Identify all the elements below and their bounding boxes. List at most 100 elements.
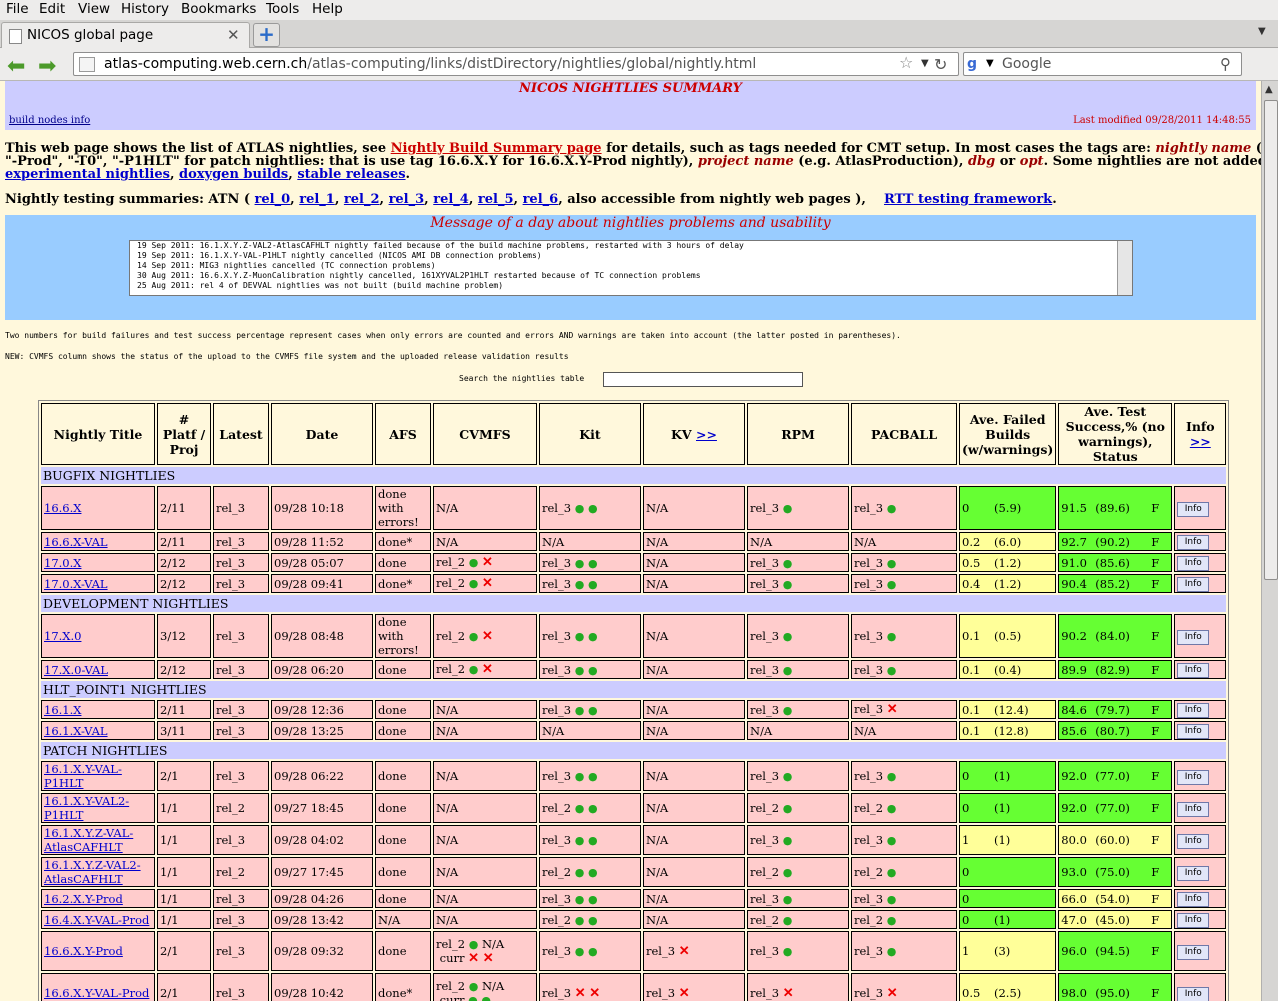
menu-file[interactable]: File <box>6 1 29 17</box>
history-dropdown-icon[interactable]: ▼ <box>921 58 929 69</box>
forward-icon[interactable]: ➡ <box>38 54 56 79</box>
info-button[interactable]: Info <box>1177 556 1210 571</box>
back-icon[interactable]: ⬅ <box>7 54 25 79</box>
info-button[interactable]: Info <box>1177 769 1210 785</box>
test-success-nowarn: (77.0) <box>1095 801 1130 815</box>
nightly-title-link[interactable]: 16.1.X.Y-VAL2-P1HLT <box>44 794 129 822</box>
nightly-title-link[interactable]: 16.1.X.Y-VAL-P1HLT <box>44 762 122 790</box>
atn-rel-4-link[interactable]: rel_4 <box>433 192 469 207</box>
nightly-title-link[interactable]: 17.X.0 <box>44 629 81 643</box>
close-tab-icon[interactable]: ✕ <box>227 26 240 44</box>
info-button[interactable]: Info <box>1177 944 1210 960</box>
info-button[interactable]: Info <box>1177 913 1210 928</box>
atn-rel-0-link[interactable]: rel_0 <box>255 192 291 207</box>
doxygen-builds-link[interactable]: doxygen builds <box>179 167 288 182</box>
build-nodes-link[interactable]: build nodes info <box>9 115 90 126</box>
nightly-title-cell: 16.2.X.Y-Prod <box>41 889 155 908</box>
cvmfs-cell: N/A <box>433 857 537 887</box>
atn-rel-3-link[interactable]: rel_3 <box>389 192 425 207</box>
test-success-cell: 93.0 (75.0) F <box>1058 857 1173 887</box>
menu-help[interactable]: Help <box>312 1 343 17</box>
nightly-title-link[interactable]: 17.0.X <box>44 556 81 570</box>
menu-tools[interactable]: Tools <box>266 1 299 17</box>
tab-list-icon[interactable]: ▼ <box>1258 26 1266 37</box>
vertical-scrollbar[interactable]: ▲ <box>1261 81 1278 1001</box>
nightly-title-link[interactable]: 16.6.X.Y-VAL-Prod <box>44 986 149 1000</box>
kv-more-link[interactable]: >> <box>696 427 717 442</box>
info-button[interactable]: Info <box>1177 663 1210 678</box>
url-bar[interactable]: atlas-computing.web.cern.ch/atlas-comput… <box>73 52 959 76</box>
info-button[interactable]: Info <box>1177 703 1210 718</box>
info-button[interactable]: Info <box>1177 724 1210 739</box>
experimental-nightlies-link[interactable]: experimental nightlies <box>5 167 170 182</box>
info-button[interactable]: Info <box>1177 535 1210 550</box>
check-icon: ● <box>886 556 897 570</box>
kv-value: N/A <box>646 555 669 570</box>
rpm-cell: rel_3 ● <box>747 574 849 593</box>
nightly-title-link[interactable]: 16.1.X-VAL <box>44 724 108 738</box>
nightly-title-link[interactable]: 16.6.X <box>44 501 81 515</box>
scroll-up-icon[interactable]: ▲ <box>1265 84 1273 95</box>
menu-bookmarks[interactable]: Bookmarks <box>181 1 256 17</box>
menu-edit[interactable]: Edit <box>39 1 65 17</box>
info-button[interactable]: Info <box>1177 629 1210 645</box>
nightly-title-link[interactable]: 16.4.X.Y-VAL-Prod <box>44 913 149 927</box>
nightly-title-link[interactable]: 16.6.X.Y-Prod <box>44 944 123 958</box>
menu-view[interactable]: View <box>78 1 110 17</box>
atn-rel-5-link[interactable]: rel_5 <box>478 192 514 207</box>
info-button[interactable]: Info <box>1177 986 1210 1001</box>
kv-cell: rel_3 ✕ <box>643 931 745 971</box>
atn-rel-1-link[interactable]: rel_1 <box>299 192 335 207</box>
nightly-title-link[interactable]: 16.1.X <box>44 703 81 717</box>
info-cell: Info <box>1174 486 1227 530</box>
info-button[interactable]: Info <box>1177 833 1210 849</box>
nightly-title-link[interactable]: 16.1.X.Y.Z-VAL-AtlasCAFHLT <box>44 826 133 854</box>
nightly-title-link[interactable]: 17.X.0-VAL <box>44 663 108 677</box>
menu-history[interactable]: History <box>121 1 169 17</box>
search-engine-dropdown-icon[interactable]: ▼ <box>986 58 994 69</box>
check-icon: ● <box>574 502 585 515</box>
test-success-cell: 98.0 (95.0) F <box>1058 973 1173 1001</box>
test-success-cell: 92.0 (77.0) F <box>1058 793 1173 823</box>
nightly-title-link[interactable]: 17.0.X-VAL <box>44 577 108 591</box>
check-icon: ● <box>782 577 793 591</box>
info-button[interactable]: Info <box>1177 892 1210 907</box>
motd-textarea[interactable]: 19 Sep 2011: 16.1.X.Y.Z-VAL2-AtlasCAFHLT… <box>129 240 1133 296</box>
test-success-value: 92.7 <box>1061 534 1087 549</box>
atn-rel-2-link[interactable]: rel_2 <box>344 192 380 207</box>
motd-scrollbar[interactable] <box>1117 241 1132 295</box>
reload-icon[interactable]: ↻ <box>934 55 947 74</box>
table-search-input[interactable] <box>603 372 803 387</box>
rtt-link[interactable]: RTT testing framework <box>884 192 1052 207</box>
motd-line: 19 Sep 2011: 16.1.X.Y.Z-VAL2-AtlasCAFHLT… <box>137 241 744 250</box>
rpm-value: rel_3 <box>750 944 780 958</box>
google-icon[interactable]: g <box>967 56 977 72</box>
info-button[interactable]: Info <box>1177 801 1210 817</box>
tab-active[interactable]: NICOS global page ✕ <box>1 22 250 48</box>
search-icon[interactable]: ⚲ <box>1220 55 1231 73</box>
search-input[interactable]: Google <box>1002 56 1051 72</box>
site-identity-icon[interactable] <box>79 57 95 72</box>
stable-releases-link[interactable]: stable releases <box>297 167 405 182</box>
check-icon: ● <box>468 663 479 676</box>
message-of-the-day: Message of a day about nightlies problem… <box>5 215 1256 320</box>
nightly-title-link[interactable]: 16.2.X.Y-Prod <box>44 892 123 906</box>
failed-builds-warnings: (5.9) <box>994 501 1022 515</box>
kit-cell: rel_3 ● ● <box>539 553 641 572</box>
info-button[interactable]: Info <box>1177 577 1210 592</box>
info-button[interactable]: Info <box>1177 501 1210 517</box>
scroll-thumb[interactable] <box>1264 100 1278 580</box>
latest-cell: rel_3 <box>213 532 269 551</box>
info-button[interactable]: Info <box>1177 865 1210 881</box>
col-test-success: Ave. Test Success,% (no warnings), Statu… <box>1058 403 1173 465</box>
kit-value: rel_3 <box>542 662 572 677</box>
bookmark-star-icon[interactable]: ☆ <box>899 53 913 72</box>
nightly-title-link[interactable]: 16.6.X-VAL <box>44 535 108 549</box>
info-more-link[interactable]: >> <box>1190 434 1211 449</box>
new-tab-button[interactable]: + <box>253 23 280 47</box>
atn-rel-6-link[interactable]: rel_6 <box>523 192 559 207</box>
search-bar[interactable]: g ▼ Google ⚲ <box>963 52 1242 76</box>
test-success-cell: 96.0 (94.5) F <box>1058 931 1173 971</box>
nightly-title-link[interactable]: 16.1.X.Y.Z-VAL2-AtlasCAFHLT <box>44 858 141 886</box>
kit-cell: N/A <box>539 532 641 551</box>
